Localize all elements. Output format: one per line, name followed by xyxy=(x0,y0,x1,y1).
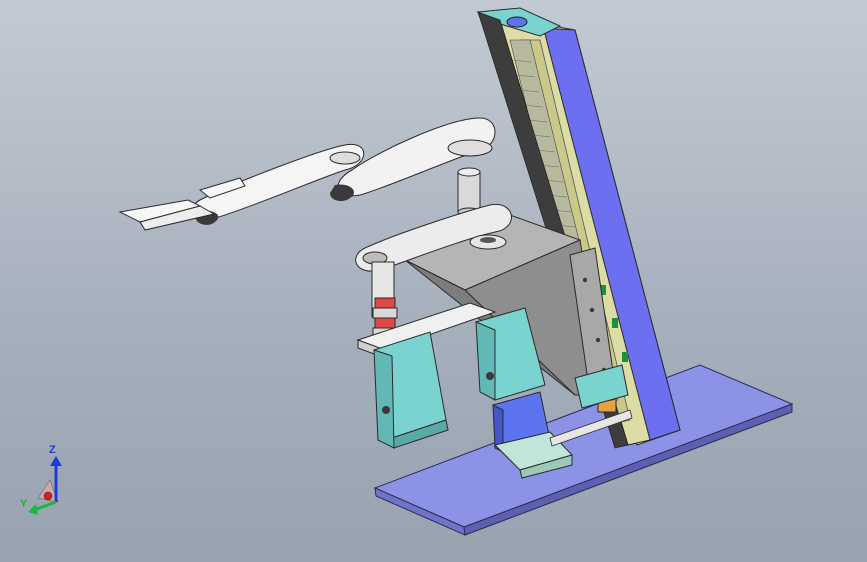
robot-arm-3d-model[interactable] xyxy=(0,0,867,562)
left-servo-motor[interactable] xyxy=(373,331,449,449)
cad-viewport[interactable]: Z Y xyxy=(0,0,867,562)
drive-shaft-coupling[interactable] xyxy=(371,261,398,339)
z-axis-label: Z xyxy=(49,444,56,456)
y-axis-arrow-icon xyxy=(28,500,57,515)
y-axis-label: Y xyxy=(20,498,28,510)
